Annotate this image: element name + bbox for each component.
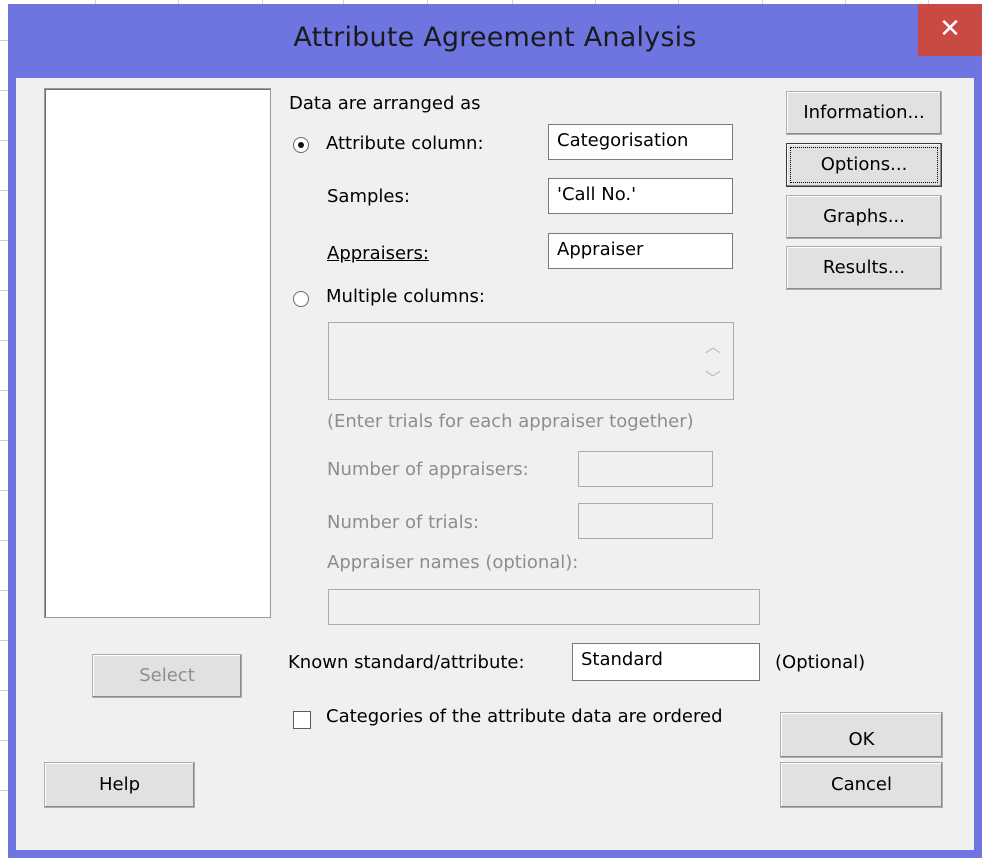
known-standard-field[interactable]: Standard [572, 643, 760, 681]
appraisers-label: Appraisers: [327, 243, 429, 264]
attribute-column-label: Attribute column: [326, 133, 484, 154]
information-button[interactable]: Information... [786, 91, 942, 135]
variable-list[interactable] [44, 88, 271, 618]
radio-selected-dot [298, 142, 304, 148]
select-button[interactable]: Select [92, 654, 242, 698]
ordered-checkbox[interactable] [293, 711, 311, 729]
close-button[interactable]: ✕ [918, 4, 982, 56]
attribute-column-field[interactable]: Categorisation [548, 124, 733, 160]
multiple-columns-label: Multiple columns: [326, 286, 485, 307]
number-of-trials-field[interactable] [578, 503, 713, 539]
number-of-appraisers-label: Number of appraisers: [327, 459, 529, 480]
arranged-heading: Data are arranged as [289, 93, 481, 114]
number-of-appraisers-field[interactable] [578, 451, 713, 487]
trials-hint: (Enter trials for each appraiser togethe… [327, 411, 694, 432]
results-button[interactable]: Results... [786, 246, 942, 290]
dialog-title: Attribute Agreement Analysis [293, 22, 697, 53]
number-of-trials-label: Number of trials: [327, 512, 480, 533]
options-button[interactable]: Options... [786, 143, 942, 187]
appraisers-field[interactable]: Appraiser [548, 233, 733, 269]
cancel-button[interactable]: Cancel [780, 762, 943, 808]
samples-label: Samples: [327, 186, 410, 207]
known-standard-optional: (Optional) [775, 652, 866, 673]
chevron-up-icon[interactable]: ︿ [705, 335, 721, 359]
multiple-columns-radio[interactable] [293, 291, 309, 307]
background-row-ticks [0, 0, 8, 858]
help-button[interactable]: Help [44, 762, 195, 808]
ordered-checkbox-label: Categories of the attribute data are ord… [326, 706, 723, 727]
appraiser-names-field[interactable] [328, 589, 760, 625]
appraiser-names-label: Appraiser names (optional): [327, 552, 579, 573]
close-icon: ✕ [939, 14, 961, 44]
known-standard-label: Known standard/attribute: [288, 652, 525, 673]
attribute-column-radio[interactable] [293, 137, 309, 153]
chevron-down-icon[interactable]: ﹀ [705, 367, 721, 391]
samples-field[interactable]: 'Call No.' [548, 178, 733, 214]
multiple-columns-field[interactable]: ︿ ﹀ [328, 322, 734, 400]
ok-button[interactable]: OK [780, 712, 943, 758]
graphs-button[interactable]: Graphs... [786, 195, 942, 239]
